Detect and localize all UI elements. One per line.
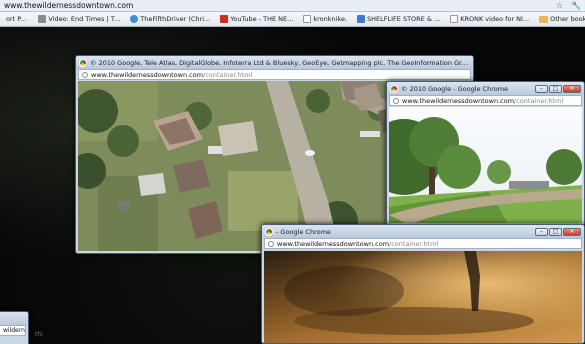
host-address-bar[interactable]: www.thewildernessdowntown.com ☆ 🔧	[0, 0, 585, 12]
bookmarks-bar: ort P... Video: End Times | T... TheFift…	[0, 12, 585, 27]
page-icon	[82, 71, 88, 78]
page-icon	[268, 240, 274, 247]
page-icon	[303, 15, 312, 23]
other-bookmarks-button[interactable]: Other bookmarks	[535, 15, 585, 23]
bookmark-item[interactable]: Video: End Times | T...	[34, 15, 124, 23]
window-title: - Google Chrome	[276, 227, 331, 236]
other-bookmarks-label: Other bookmarks	[550, 15, 585, 23]
close-button[interactable]: ✕	[563, 84, 581, 93]
bookmark-label: ort P...	[6, 15, 27, 23]
url-host: wildernessd	[3, 327, 25, 334]
bookmark-label: SHELFLIFE STORE & ...	[367, 15, 441, 23]
chrome-icon	[265, 227, 273, 236]
bookmark-item[interactable]: SHELFLIFE STORE & ...	[353, 15, 444, 23]
bookmark-item[interactable]: YouTube - THE NE...	[216, 15, 297, 23]
video-view[interactable]	[264, 251, 582, 343]
page-icon	[450, 15, 459, 23]
window-title-bar[interactable]: © 2010 Google - Google Chrome – □ ✕	[387, 82, 584, 95]
twitter-icon	[130, 15, 139, 23]
maximize-button[interactable]: □	[549, 84, 562, 93]
url-host: www.thewildernessdowntown.com	[277, 239, 390, 248]
window-title: © 2010 Google - Google Chrome	[401, 84, 509, 93]
chrome-icon	[390, 84, 398, 93]
street-view-image[interactable]	[389, 107, 582, 223]
bookmark-label: kronknike.	[313, 15, 348, 23]
window-title-bar[interactable]: - Google Chrome – □ ✕	[262, 225, 584, 238]
bookmark-label: Video: End Times | T...	[48, 15, 121, 23]
bookmark-item[interactable]: ort P...	[2, 15, 30, 23]
host-url-field[interactable]: www.thewildernessdowntown.com	[4, 1, 556, 10]
bookmark-item[interactable]: kronknike.	[299, 15, 351, 23]
minimize-button[interactable]: –	[535, 84, 548, 93]
window-title-bar[interactable]	[0, 312, 28, 325]
page-icon	[393, 97, 399, 104]
small-window[interactable]: wildernessd	[0, 311, 29, 344]
window-title: © 2010 Google, Tele Atlas, DigitalGlobe,…	[90, 58, 470, 67]
page-icon	[357, 15, 366, 23]
star-icon[interactable]: ☆	[556, 1, 563, 10]
folder-icon	[539, 15, 549, 23]
minimize-button[interactable]: –	[535, 227, 548, 236]
youtube-icon	[220, 15, 229, 23]
close-button[interactable]: ✕	[563, 227, 581, 236]
url-field[interactable]: www.thewildernessdowntown.com/container.…	[78, 69, 471, 80]
url-path: /container.html	[203, 70, 253, 79]
url-host: www.thewildernessdowntown.com	[91, 70, 204, 79]
url-path: /container.html	[514, 96, 564, 105]
wrench-icon[interactable]: 🔧	[571, 1, 581, 10]
bookmark-item[interactable]: KRONK video for NI...	[446, 15, 533, 23]
bookmark-label: YouTube - THE NE...	[230, 15, 294, 23]
url-host: www.thewildernessdowntown.com	[402, 96, 515, 105]
url-field[interactable]: www.thewildernessdowntown.com/container.…	[264, 238, 582, 249]
bookmark-label: TheFifthDriver (Chri...	[140, 15, 211, 23]
window-title-bar[interactable]: © 2010 Google, Tele Atlas, DigitalGlobe,…	[76, 56, 473, 69]
maximize-button[interactable]: □	[549, 227, 562, 236]
page-icon	[38, 15, 47, 23]
chrome-icon	[79, 58, 87, 67]
url-field[interactable]: wildernessd	[0, 325, 26, 336]
bookmark-item[interactable]: TheFifthDriver (Chri...	[126, 15, 214, 23]
bookmark-label: KRONK video for NI...	[460, 15, 530, 23]
street-scene-image	[389, 107, 582, 223]
url-field[interactable]: www.thewildernessdowntown.com/container.…	[389, 95, 582, 106]
url-path: /container.html	[389, 239, 439, 248]
desktop-text: thi	[35, 331, 43, 338]
running-figure-image	[264, 251, 582, 343]
video-window[interactable]: - Google Chrome – □ ✕ www.thewildernessd…	[261, 224, 585, 344]
street-view-window[interactable]: © 2010 Google - Google Chrome – □ ✕ www.…	[386, 81, 585, 226]
